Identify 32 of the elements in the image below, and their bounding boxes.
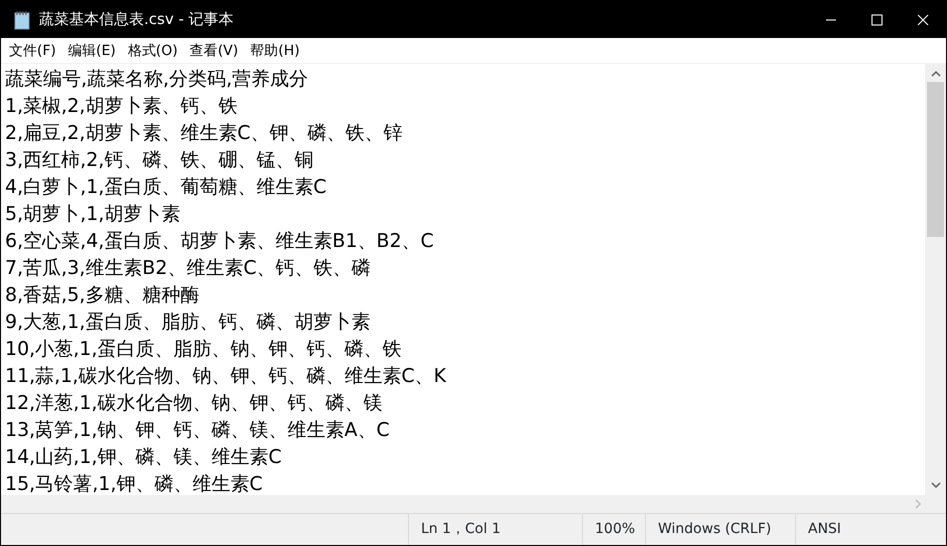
cursor-position: Ln 1，Col 1 bbox=[421, 520, 501, 539]
menu-item[interactable]: 格式(O) bbox=[122, 40, 184, 60]
text-line: 2,扁豆,2,胡萝卜素、维生素C、钾、磷、铁、锌 bbox=[5, 121, 404, 146]
text-line: 8,香菇,5,多糖、糖种酶 bbox=[5, 283, 200, 308]
close-icon[interactable] bbox=[917, 14, 929, 26]
scrollbar-thumb[interactable] bbox=[927, 82, 944, 237]
text-line: 12,洋葱,1,碳水化合物、钠、钾、钙、磷、镁 bbox=[5, 391, 384, 416]
text-line: 7,苦瓜,3,维生素B2、维生素C、钙、铁、磷 bbox=[5, 256, 372, 281]
menu-item[interactable]: 帮助(H) bbox=[244, 40, 306, 60]
text-line: 5,胡萝卜,1,胡萝卜素 bbox=[5, 202, 182, 227]
text-line: 11,蒜,1,碳水化合物、钠、钾、钙、磷、维生素C、K bbox=[5, 364, 448, 389]
window-title: 蔬菜基本信息表.csv - 记事本 bbox=[38, 9, 234, 30]
text-line: 6,空心菜,4,蛋白质、胡萝卜素、维生素B1、B2、C bbox=[5, 229, 435, 254]
maximize-icon[interactable] bbox=[871, 14, 883, 26]
menu-item[interactable]: 编辑(E) bbox=[62, 40, 122, 60]
text-line: 1,菜椒,2,胡萝卜素、钙、铁 bbox=[5, 94, 238, 119]
text-line: 9,大葱,1,蛋白质、脂肪、钙、磷、胡萝卜素 bbox=[5, 310, 372, 335]
scroll-up-icon[interactable] bbox=[930, 71, 940, 77]
line-ending: Windows (CRLF) bbox=[658, 520, 772, 539]
text-line: 4,白萝卜,1,蛋白质、葡萄糖、维生素C bbox=[5, 175, 328, 200]
encoding: ANSI bbox=[808, 520, 842, 539]
text-line: 蔬菜编号,蔬菜名称,分类码,营养成分 bbox=[5, 67, 310, 92]
text-line: 3,西红柿,2,钙、磷、铁、硼、锰、铜 bbox=[5, 148, 314, 173]
text-line: 14,山药,1,钾、磷、镁、维生素C bbox=[5, 445, 283, 470]
menu-item[interactable]: 文件(F) bbox=[3, 40, 62, 60]
text-line: 15,马铃薯,1,钾、磷、维生素C bbox=[5, 472, 264, 495]
zoom-level: 100% bbox=[595, 520, 636, 539]
menu-item[interactable]: 查看(V) bbox=[184, 40, 244, 60]
scroll-down-icon[interactable] bbox=[930, 482, 940, 488]
text-line: 10,小葱,1,蛋白质、脂肪、钠、钾、钙、磷、铁 bbox=[5, 337, 402, 362]
notepad-icon bbox=[13, 10, 31, 30]
text-line: 13,莴笋,1,钠、钾、钙、磷、镁、维生素A、C bbox=[5, 418, 391, 443]
